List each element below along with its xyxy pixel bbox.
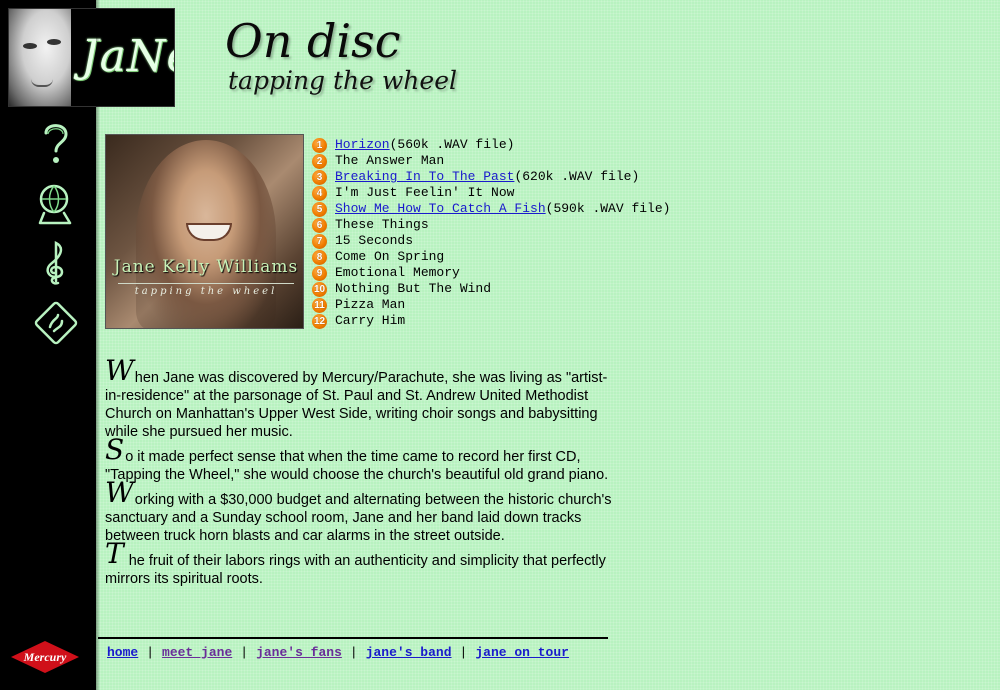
track-item: 1 Horizon (560k .WAV file)	[312, 137, 670, 153]
footer-link-jane-s-fans[interactable]: jane's fans	[256, 645, 342, 660]
footer-divider	[98, 637, 608, 639]
album-cover: Jane Kelly Williams tapping the wheel	[105, 134, 304, 329]
article-paragraph: When Jane was discovered by Mercury/Para…	[105, 357, 615, 441]
paragraph-text: o it made perfect sense that when the ti…	[105, 449, 609, 483]
track-title: Emotional Memory	[335, 265, 460, 280]
album-title: tapping the wheel	[118, 283, 294, 297]
drop-cap: W	[105, 476, 134, 509]
track-number-badge: 11	[312, 297, 327, 313]
track-audio-link[interactable]: Horizon	[335, 137, 390, 153]
footer-separator: |	[240, 645, 249, 660]
footer-link-home[interactable]: home	[107, 645, 138, 660]
article: When Jane was discovered by Mercury/Para…	[105, 357, 615, 588]
track-number-badge: 1	[312, 137, 327, 153]
track-title: 15 Seconds	[335, 233, 414, 248]
globe-person-icon[interactable]	[28, 175, 84, 231]
track-title: Pizza Man	[335, 297, 406, 312]
track-item: 6 These Things	[312, 217, 670, 233]
track-title: I'm Just Feelin' It Now	[335, 185, 515, 200]
paragraph-text: hen Jane was discovered by Mercury/Parac…	[105, 370, 608, 440]
track-title: These Things	[335, 217, 429, 232]
nav-icons	[28, 115, 84, 355]
footer-link-jane-s-band[interactable]: jane's band	[366, 645, 452, 660]
logo-wordmark: JaNe	[81, 31, 174, 82]
page-title: On disc	[225, 14, 401, 68]
mercury-label: Mercury	[23, 650, 67, 664]
track-title: Come On Spring	[335, 249, 445, 264]
page-subtitle: tapping the wheel	[228, 66, 457, 95]
track-item: 5 Show Me How To Catch A Fish (590k .WAV f…	[312, 201, 670, 217]
diamond-swirl-icon[interactable]	[28, 295, 84, 351]
footer-separator: |	[459, 645, 468, 660]
drop-cap: T	[105, 537, 124, 570]
track-number-badge: 3	[312, 169, 327, 185]
track-item: 8 Come On Spring	[312, 249, 670, 265]
footer-nav: home | meet jane | jane's fans | jane's band | j…	[107, 645, 569, 660]
question-icon[interactable]	[28, 115, 84, 171]
footer-link-meet-jane[interactable]: meet jane	[162, 645, 232, 660]
track-item: 9 Emotional Memory	[312, 265, 670, 281]
paragraph-text: orking with a $30,000 budget and alterna…	[105, 492, 612, 544]
article-paragraph: Working with a $30,000 budget and altern…	[105, 479, 615, 545]
track-number-badge: 10	[312, 281, 327, 297]
track-item: 3 Breaking In To The Past (620k .WAV file)	[312, 169, 670, 185]
footer-link-jane-on-tour[interactable]: jane on tour	[475, 645, 569, 660]
track-title: Nothing But The Wind	[335, 281, 492, 296]
track-file-info: (590k .WAV file)	[545, 201, 671, 216]
track-file-info: (560k .WAV file)	[389, 137, 515, 152]
treble-clef-icon[interactable]	[28, 235, 84, 291]
track-item: 4 I'm Just Feelin' It Now	[312, 185, 670, 201]
track-title: The Answer Man	[335, 153, 445, 168]
track-item: 12 Carry Him	[312, 313, 670, 329]
footer-separator: |	[146, 645, 155, 660]
track-number-badge: 6	[312, 217, 327, 233]
track-item: 7 15 Seconds	[312, 233, 670, 249]
article-paragraph: So it made perfect sense that when the t…	[105, 436, 615, 484]
track-item: 2 The Answer Man	[312, 153, 670, 169]
track-number-badge: 5	[312, 201, 327, 217]
drop-cap: S	[105, 433, 125, 466]
track-number-badge: 8	[312, 249, 327, 265]
sidebar: JaNe	[0, 0, 175, 690]
track-number-badge: 9	[312, 265, 327, 281]
track-file-info: (620k .WAV file)	[514, 169, 640, 184]
jane-logo[interactable]: JaNe	[8, 8, 175, 107]
mouth	[31, 79, 53, 87]
footer-separator: |	[349, 645, 358, 660]
track-title: Carry Him	[335, 313, 406, 328]
track-item: 11 Pizza Man	[312, 297, 670, 313]
paragraph-text: he fruit of their labors rings with an a…	[105, 553, 606, 587]
track-item: 10 Nothing But The Wind	[312, 281, 670, 297]
track-audio-link[interactable]: Breaking In To The Past	[335, 169, 514, 185]
eye-right	[47, 39, 61, 45]
jane-portrait	[9, 9, 71, 106]
track-list: 1 Horizon (560k .WAV file) 2 The Answer Man 3…	[312, 137, 670, 329]
track-number-badge: 4	[312, 185, 327, 201]
track-audio-link[interactable]: Show Me How To Catch A Fish	[335, 201, 546, 217]
track-number-badge: 12	[312, 313, 327, 329]
track-number-badge: 7	[312, 233, 327, 249]
album-artist: Jane Kelly Williams	[113, 257, 299, 277]
article-paragraph: T he fruit of their labors rings with an…	[105, 540, 615, 588]
mercury-logo[interactable]: Mercury	[10, 640, 80, 674]
eye-left	[23, 43, 37, 49]
track-number-badge: 2	[312, 153, 327, 169]
drop-cap: W	[105, 354, 134, 387]
